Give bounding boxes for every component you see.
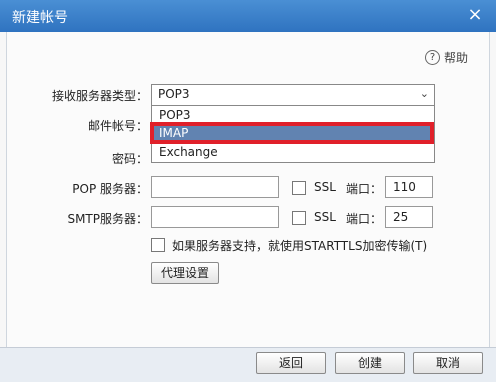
starttls-label: 如果服务器支持，就使用STARTTLS加密传输(T) [172, 239, 428, 253]
smtp-server-input[interactable] [151, 206, 279, 228]
pop-server-input[interactable] [151, 176, 279, 198]
account-label: 邮件帐号： [87, 119, 148, 133]
server-type-select[interactable]: POP3 ⌄ [151, 84, 435, 106]
smtp-port-label: 端口： [346, 212, 383, 226]
option-exchange[interactable]: Exchange [152, 144, 434, 161]
pop-ssl-label: SSL [314, 180, 336, 194]
option-pop3[interactable]: POP3 [152, 107, 434, 124]
create-button[interactable]: 创建 [335, 352, 405, 374]
help-link[interactable]: ? 帮助 [424, 49, 468, 66]
smtp-ssl-label: SSL [314, 210, 336, 224]
title-bar: 新建帐号 × [0, 0, 496, 32]
server-type-value: POP3 [158, 87, 190, 101]
smtp-server-label: SMTP服务器： [67, 212, 148, 226]
proxy-settings-button[interactable]: 代理设置 [151, 262, 219, 284]
dialog-title: 新建帐号 [12, 10, 68, 26]
smtp-port-value: 25 [393, 210, 409, 224]
pop-server-label: POP 服务器： [72, 182, 148, 196]
server-type-dropdown: POP3 IMAP Exchange [151, 105, 435, 163]
starttls-checkbox[interactable] [151, 238, 165, 252]
back-button[interactable]: 返回 [256, 352, 326, 374]
server-type-label: 接收服务器类型： [51, 89, 148, 103]
option-imap[interactable]: IMAP [152, 125, 434, 142]
password-label: 密码： [111, 152, 148, 166]
help-label: 帮助 [443, 51, 468, 65]
new-account-dialog: 新建帐号 × ? 帮助 接收服务器类型： POP3 ⌄ 邮件帐号： 密码： PO… [0, 0, 496, 382]
chevron-down-icon: ⌄ [419, 87, 429, 100]
question-circle-icon: ? [424, 50, 440, 65]
pop-port-input[interactable]: 110 [385, 176, 433, 198]
smtp-port-input[interactable]: 25 [385, 206, 433, 228]
pop-ssl-checkbox[interactable] [292, 181, 306, 195]
close-icon[interactable]: × [464, 4, 486, 26]
cancel-button[interactable]: 取消 [413, 352, 483, 374]
pop-port-label: 端口： [346, 182, 383, 196]
smtp-ssl-checkbox[interactable] [292, 211, 306, 225]
pop-port-value: 110 [393, 180, 416, 194]
